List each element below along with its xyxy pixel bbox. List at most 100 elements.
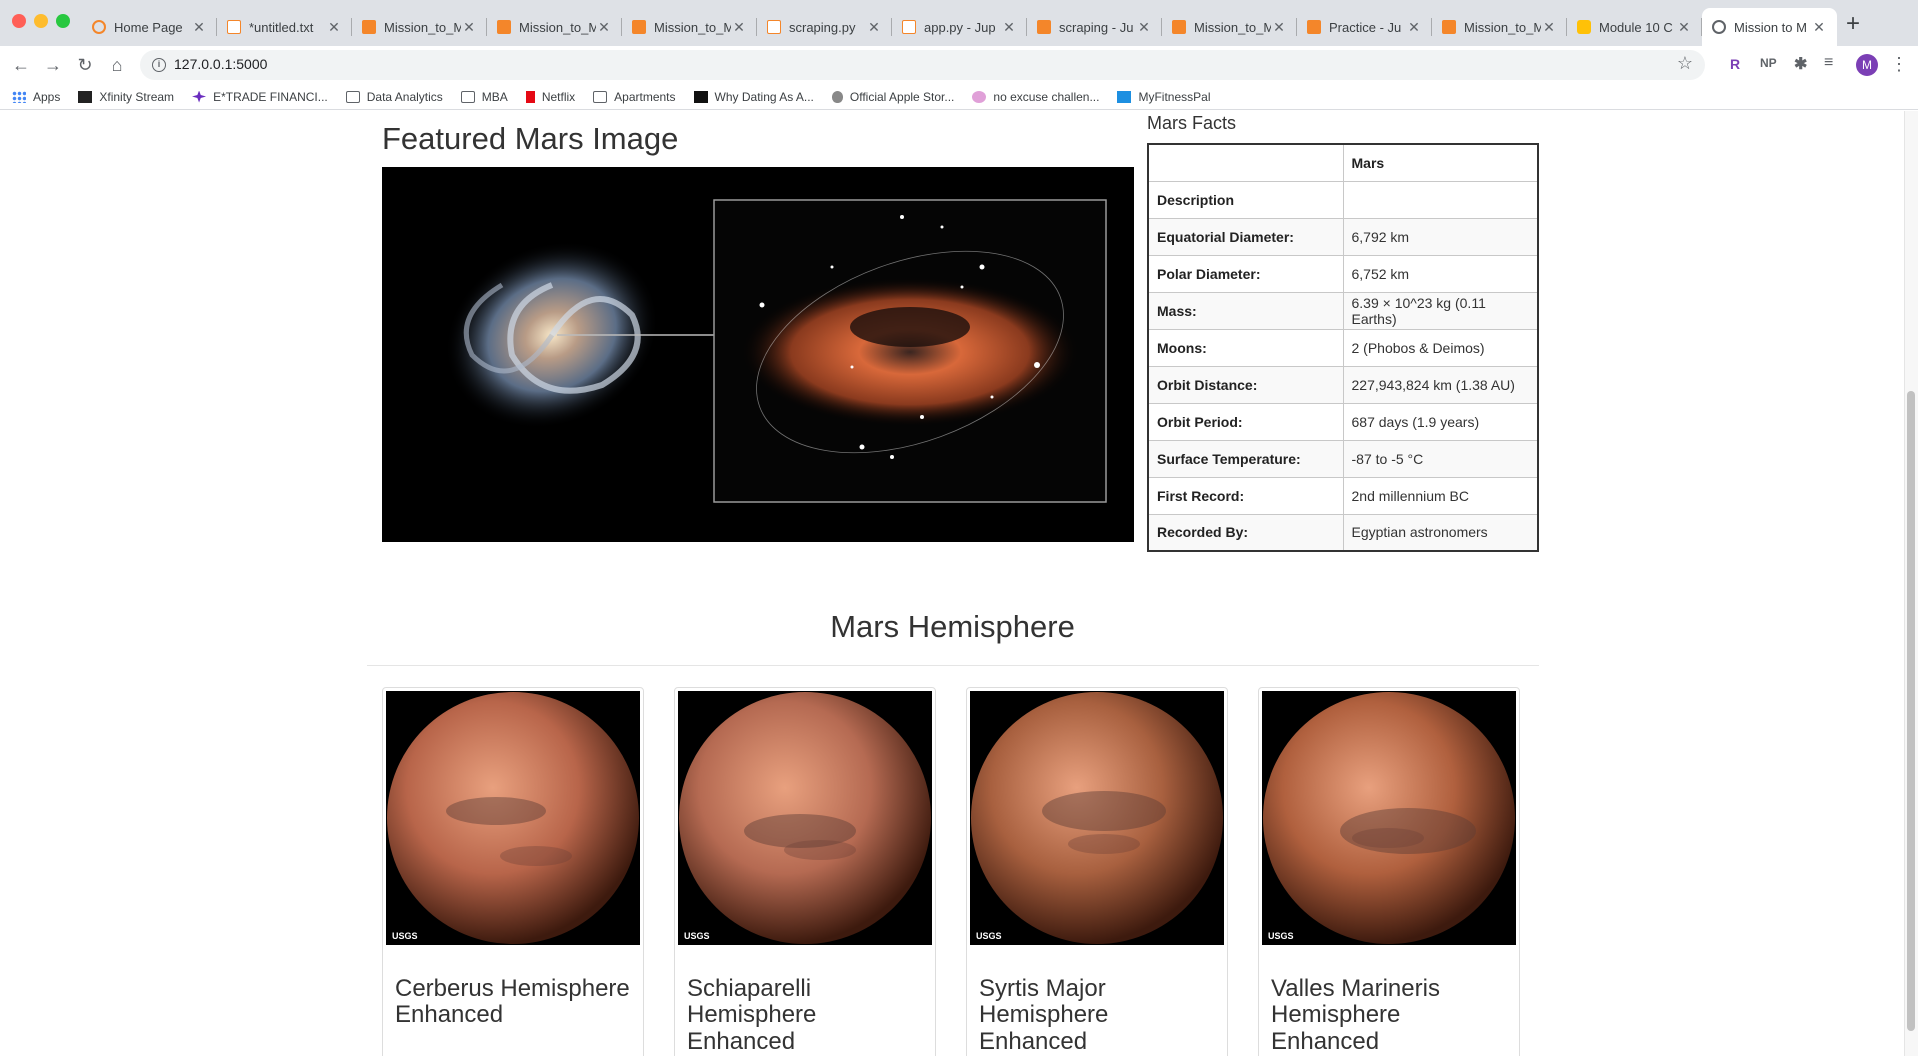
page-scrollbar[interactable] <box>1904 111 1918 1056</box>
bookmark-item[interactable]: MyFitnessPal <box>1117 90 1211 104</box>
tab-title: scraping - Ju <box>1059 19 1134 35</box>
hemisphere-title[interactable]: Syrtis Major Hemisphere Enhanced <box>967 948 1227 1055</box>
browser-menu-icon[interactable]: ⋮ <box>1890 54 1908 75</box>
apps-grid-icon <box>12 90 26 103</box>
fact-value: 687 days (1.9 years) <box>1342 402 1539 441</box>
window-close-button[interactable] <box>12 14 26 28</box>
address-bar[interactable]: i 127.0.0.1:5000 ☆ <box>140 50 1705 80</box>
site-icon <box>693 90 708 103</box>
globe-icon <box>1712 20 1726 34</box>
browser-tab[interactable]: Mission_to_M ✕ <box>487 8 622 46</box>
bookmark-item[interactable]: Netflix <box>525 89 576 104</box>
tab-close-icon[interactable]: ✕ <box>461 19 477 36</box>
hemisphere-title[interactable]: Cerberus Hemisphere Enhanced <box>383 948 643 1029</box>
tab-close-icon[interactable]: ✕ <box>1136 19 1152 36</box>
bookmark-label: MBA <box>481 89 508 104</box>
extension-r-icon[interactable]: R <box>1730 56 1740 72</box>
browser-tab[interactable]: Mission to M ✕ <box>1702 8 1837 46</box>
mars-globe-graphic <box>1263 692 1515 944</box>
tab-close-icon[interactable]: ✕ <box>191 19 207 36</box>
jupyter-icon <box>362 20 376 34</box>
tab-close-icon[interactable]: ✕ <box>596 19 612 36</box>
bookmark-item[interactable]: Apps <box>12 90 60 104</box>
url-text[interactable]: 127.0.0.1:5000 <box>174 56 267 72</box>
hemisphere-card[interactable]: USGS Valles Marineris Hemisphere Enhance… <box>1258 687 1520 1056</box>
facts-row: Orbit Period: 687 days (1.9 years) <box>1147 402 1539 441</box>
browser-tab[interactable]: Home Page ✕ <box>82 8 217 46</box>
fact-value: 227,943,824 km (1.38 AU) <box>1342 365 1539 404</box>
browser-tab[interactable]: Mission_to_M ✕ <box>1432 8 1567 46</box>
featured-mars-image[interactable] <box>382 167 1134 542</box>
browser-tab[interactable]: Mission_to_M ✕ <box>622 8 757 46</box>
doc-icon <box>902 20 916 34</box>
new-tab-button[interactable]: + <box>1846 10 1860 38</box>
window-minimize-button[interactable] <box>34 14 48 28</box>
etrade-icon <box>192 90 207 103</box>
bookmark-item[interactable]: Data Analytics <box>345 90 443 104</box>
mars-facts-title: Mars Facts <box>1147 113 1237 133</box>
bookmark-item[interactable]: Why Dating As A... <box>693 90 814 104</box>
browser-tab[interactable]: Module 10 C ✕ <box>1567 8 1702 46</box>
site-info-icon[interactable]: i <box>152 58 166 72</box>
fact-value: 6.39 × 10^23 kg (0.11 Earths) <box>1342 291 1539 330</box>
netflix-icon <box>525 90 535 103</box>
tab-close-icon[interactable]: ✕ <box>1811 19 1827 36</box>
doc-icon <box>227 20 241 34</box>
tab-close-icon[interactable]: ✕ <box>866 19 882 36</box>
profile-avatar[interactable]: M <box>1856 54 1878 76</box>
bookmark-item[interactable]: Xfinity Stream <box>78 90 174 104</box>
hemisphere-image[interactable]: USGS <box>678 691 932 945</box>
bookmark-star-icon[interactable]: ☆ <box>1677 53 1693 74</box>
bookmark-item[interactable]: no excuse challen... <box>972 90 1099 104</box>
media-queue-icon[interactable]: ≡ <box>1824 54 1833 72</box>
browser-tab[interactable]: scraping.py ✕ <box>757 8 892 46</box>
tab-list: Home Page ✕ *untitled.txt ✕ Mission_to_M ✕ Mis… <box>82 8 1837 46</box>
facts-row: Polar Diameter: 6,752 km <box>1147 254 1539 293</box>
hemisphere-title[interactable]: Schiaparelli Hemisphere Enhanced <box>675 948 935 1055</box>
scrollbar-thumb[interactable] <box>1907 391 1915 1031</box>
hemisphere-card[interactable]: USGS Schiaparelli Hemisphere Enhanced <box>674 687 936 1056</box>
extension-np-icon[interactable]: NP <box>1760 56 1777 70</box>
back-button[interactable]: ← <box>8 52 34 78</box>
tab-close-icon[interactable]: ✕ <box>1001 19 1017 36</box>
bookmark-label: Official Apple Stor... <box>849 89 955 104</box>
xfinity-icon <box>78 90 93 103</box>
forward-button[interactable]: → <box>40 52 66 78</box>
extensions-puzzle-icon[interactable]: ✱ <box>1794 54 1807 74</box>
hemisphere-image[interactable]: USGS <box>970 691 1224 945</box>
window-zoom-button[interactable] <box>56 14 70 28</box>
tab-close-icon[interactable]: ✕ <box>326 19 342 36</box>
browser-tab[interactable]: scraping - Ju ✕ <box>1027 8 1162 46</box>
tab-title: Mission to M <box>1734 19 1807 35</box>
folder-icon <box>345 90 360 103</box>
hemisphere-card[interactable]: USGS Syrtis Major Hemisphere Enhanced <box>966 687 1228 1056</box>
fact-label: Description <box>1147 180 1344 219</box>
mars-globe-graphic <box>679 692 931 944</box>
browser-toolbar: ← → ↻ ⌂ i 127.0.0.1:5000 ☆ R NP ✱ ≡ M ⋮ <box>0 46 1918 84</box>
bookmark-item[interactable]: Apartments <box>593 90 676 104</box>
browser-tab[interactable]: Mission_to_M ✕ <box>1162 8 1297 46</box>
fact-label: Orbit Distance: <box>1147 365 1344 404</box>
tab-close-icon[interactable]: ✕ <box>1406 19 1422 36</box>
hemisphere-title[interactable]: Valles Marineris Hemisphere Enhanced <box>1259 948 1519 1055</box>
hemisphere-image[interactable]: USGS <box>386 691 640 945</box>
tab-close-icon[interactable]: ✕ <box>731 19 747 36</box>
browser-tab[interactable]: Practice - Ju ✕ <box>1297 8 1432 46</box>
browser-tab[interactable]: app.py - Jup ✕ <box>892 8 1027 46</box>
browser-tab[interactable]: Mission_to_M ✕ <box>352 8 487 46</box>
tab-close-icon[interactable]: ✕ <box>1676 19 1692 36</box>
bookmark-item[interactable]: MBA <box>460 89 508 104</box>
hemisphere-card[interactable]: USGS Cerberus Hemisphere Enhanced <box>382 687 644 1056</box>
tab-close-icon[interactable]: ✕ <box>1541 19 1557 36</box>
bookmark-item[interactable]: E*TRADE FINANCI... <box>192 90 328 104</box>
bookmark-item[interactable]: Official Apple Stor... <box>831 89 955 104</box>
jupyter-icon <box>1037 20 1051 34</box>
home-button[interactable]: ⌂ <box>104 52 130 78</box>
bookmark-label: Netflix <box>541 89 576 104</box>
jupyter-icon <box>497 20 511 34</box>
tab-close-icon[interactable]: ✕ <box>1271 19 1287 36</box>
browser-tab[interactable]: *untitled.txt ✕ <box>217 8 352 46</box>
reload-button[interactable]: ↻ <box>72 52 98 78</box>
fact-value: Egyptian astronomers <box>1342 513 1539 552</box>
hemisphere-image[interactable]: USGS <box>1262 691 1516 945</box>
